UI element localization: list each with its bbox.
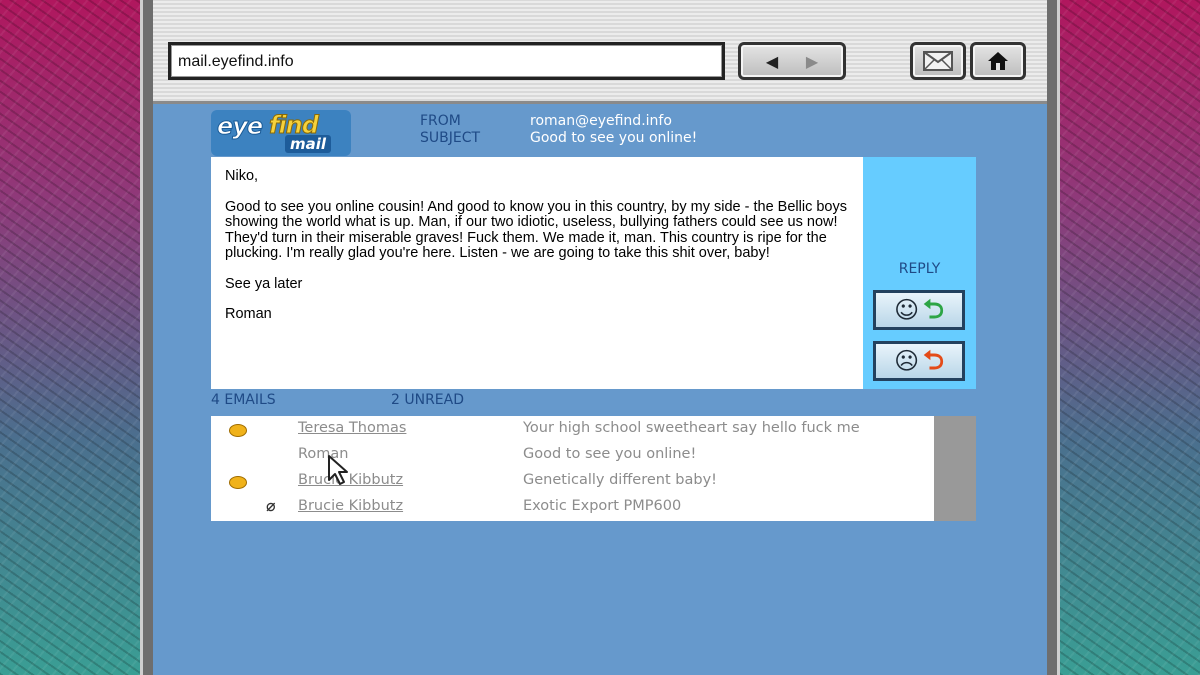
unread-dot-icon (229, 424, 247, 437)
logo-mail-text: mail (285, 135, 332, 153)
attachment-icon: ⌀ (266, 496, 276, 515)
email-sender[interactable]: Teresa Thomas (298, 420, 406, 436)
eyefind-mail-logo: eye find mail (211, 110, 351, 156)
sad-face-icon: ☹ (894, 347, 920, 375)
subject-label: SUBJECT (420, 130, 481, 146)
message-body: Niko, Good to see you online cousin! And… (211, 157, 863, 389)
back-arrow-icon[interactable]: ◀ (752, 52, 792, 71)
mail-button[interactable] (910, 42, 966, 80)
message-signoff: See ya later (225, 275, 303, 292)
browser-frame: mail.eyefind.info ◀ ▶ eye find mail FROM… (140, 0, 1060, 675)
subject-value: Good to see you online! (530, 130, 698, 146)
inbox-row[interactable]: Brucie Kibbutz Genetically different bab… (211, 468, 934, 494)
happy-face-icon: ☺ (894, 296, 920, 324)
positive-reply-button[interactable]: ☺ ⮌ (873, 290, 965, 330)
negative-reply-button[interactable]: ☹ ⮌ (873, 341, 965, 381)
left-background-panel (0, 0, 140, 675)
reply-arrow-icon: ⮌ (923, 295, 944, 325)
email-sender[interactable]: Brucie Kibbutz (298, 498, 403, 514)
home-button[interactable] (970, 42, 1026, 80)
message-text: Good to see you online cousin! And good … (225, 198, 847, 261)
inbox-row[interactable]: ⌀ Brucie Kibbutz Exotic Export PMP600 (211, 494, 934, 520)
back-forward-button[interactable]: ◀ ▶ (738, 42, 846, 80)
reply-arrow-icon: ⮌ (923, 346, 944, 376)
home-icon (988, 52, 1008, 70)
reply-label: REPLY (898, 261, 941, 277)
browser-toolbar: mail.eyefind.info ◀ ▶ (153, 0, 1047, 104)
mail-page: eye find mail FROM roman@eyefind.info SU… (153, 104, 1047, 675)
envelope-icon (923, 51, 953, 71)
inbox-row[interactable]: Roman Good to see you online! (211, 442, 934, 468)
message-signature: Roman (225, 306, 272, 322)
right-background-panel (1060, 0, 1200, 675)
inbox-row[interactable]: Teresa Thomas Your high school sweethear… (211, 416, 934, 442)
from-value: roman@eyefind.info (530, 113, 672, 129)
email-subject[interactable]: Exotic Export PMP600 (523, 498, 681, 514)
address-bar[interactable]: mail.eyefind.info (168, 42, 725, 80)
from-label: FROM (420, 113, 461, 129)
unread-count: 2 UNREAD (391, 392, 465, 408)
email-subject[interactable]: Good to see you online! (523, 446, 696, 462)
message-greeting: Niko, (225, 168, 259, 184)
reply-panel: REPLY ☺ ⮌ ☹ ⮌ (863, 157, 976, 389)
email-subject[interactable]: Genetically different baby! (523, 472, 717, 488)
forward-arrow-icon[interactable]: ▶ (792, 52, 832, 71)
inbox-list: Teresa Thomas Your high school sweethear… (211, 416, 976, 521)
email-count: 4 EMAILS (211, 392, 276, 408)
inbox-scrollbar[interactable] (934, 416, 976, 521)
logo-eye-text: eye (216, 112, 263, 141)
email-subject[interactable]: Your high school sweetheart say hello fu… (523, 420, 860, 436)
unread-dot-icon (229, 476, 247, 489)
mouse-cursor-icon (328, 455, 348, 485)
